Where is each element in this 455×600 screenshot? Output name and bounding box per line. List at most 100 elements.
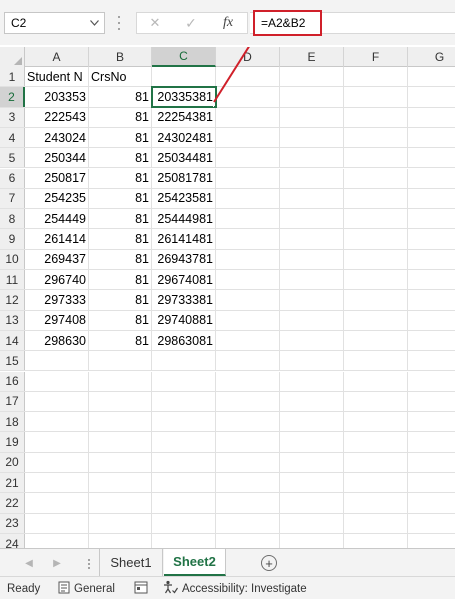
cell-f16[interactable] [344,371,408,391]
cell-b8[interactable]: 81 [89,209,152,229]
cell-c20[interactable] [152,452,216,472]
row-header-24[interactable]: 24 [0,533,25,548]
row-header-23[interactable]: 23 [0,513,25,533]
cell-g14[interactable] [408,331,455,350]
cell-g23[interactable] [408,514,455,533]
cell-e6[interactable] [280,168,344,188]
cell-c15[interactable] [152,351,216,371]
cell-a24[interactable] [25,533,89,548]
cell-a5[interactable]: 250344 [25,148,89,168]
cell-c12[interactable]: 29733381 [152,290,216,310]
cell-f7[interactable] [344,188,408,209]
column-header-d[interactable]: D [216,47,280,67]
cell-d20[interactable] [216,452,280,472]
cell-b24[interactable] [89,533,152,548]
cell-c6[interactable]: 25081781 [152,168,216,188]
cell-c14[interactable]: 29863081 [152,330,216,351]
cell-f15[interactable] [344,351,408,371]
row-header-8[interactable]: 8 [0,209,25,229]
cell-c23[interactable] [152,513,216,533]
cell-g13[interactable] [408,311,455,330]
row-header-22[interactable]: 22 [0,493,25,513]
cell-g17[interactable] [408,392,455,411]
cell-b18[interactable] [89,412,152,432]
cell-g20[interactable] [408,453,455,472]
cell-c21[interactable] [152,473,216,493]
cell-a15[interactable] [25,351,89,371]
cell-e10[interactable] [280,249,344,269]
cell-g5[interactable] [408,148,455,167]
cell-b3[interactable]: 81 [89,107,152,127]
row-header-15[interactable]: 15 [0,351,25,371]
cell-e1[interactable] [280,67,344,87]
cell-f4[interactable] [344,127,408,148]
cell-f18[interactable] [344,412,408,432]
cell-e9[interactable] [280,229,344,249]
cell-c2[interactable]: 20335381 [151,86,217,108]
cell-g3[interactable] [408,108,455,127]
cell-f24[interactable] [344,533,408,548]
cell-e12[interactable] [280,290,344,310]
cell-b4[interactable]: 81 [89,127,152,148]
cell-d4[interactable] [216,127,280,148]
cell-f11[interactable] [344,270,408,290]
row-header-19[interactable]: 19 [0,432,25,452]
cell-a10[interactable]: 269437 [25,249,89,269]
cell-a1[interactable]: Student N [25,67,89,87]
cell-b6[interactable]: 81 [89,168,152,188]
sheet-tab-sheet2[interactable]: Sheet2 [164,549,226,576]
cell-e18[interactable] [280,412,344,432]
cell-e15[interactable] [280,351,344,371]
cell-e16[interactable] [280,371,344,391]
row-header-14[interactable]: 14 [0,330,25,351]
cell-d3[interactable] [216,107,280,127]
cell-f20[interactable] [344,452,408,472]
cell-d6[interactable] [216,168,280,188]
cell-b2[interactable]: 81 [89,87,152,107]
cell-b19[interactable] [89,432,152,452]
cell-b13[interactable]: 81 [89,310,152,330]
number-format-status[interactable]: General [58,577,115,600]
cell-g12[interactable] [408,290,455,309]
cell-e20[interactable] [280,452,344,472]
cell-f9[interactable] [344,229,408,249]
cell-a20[interactable] [25,452,89,472]
cell-b1[interactable]: CrsNo [89,67,152,87]
cell-g16[interactable] [408,372,455,391]
select-all-button[interactable] [0,47,25,67]
cell-c24[interactable] [152,533,216,548]
enter-check-icon[interactable]: ✓ [180,13,202,33]
cell-e3[interactable] [280,107,344,127]
cell-e7[interactable] [280,188,344,209]
sheet-tab-sheet1[interactable]: Sheet1 [99,549,163,576]
cell-a3[interactable]: 222543 [25,107,89,127]
cell-f8[interactable] [344,209,408,229]
cell-e5[interactable] [280,148,344,168]
cell-b21[interactable] [89,473,152,493]
cell-f19[interactable] [344,432,408,452]
row-header-4[interactable]: 4 [0,127,25,148]
column-header-g[interactable]: G [408,47,455,67]
cell-g15[interactable] [408,351,455,370]
cell-g10[interactable] [408,250,455,269]
cell-d5[interactable] [216,148,280,168]
cell-c17[interactable] [152,391,216,412]
column-header-f[interactable]: F [344,47,408,67]
cell-c7[interactable]: 25423581 [152,188,216,209]
row-header-5[interactable]: 5 [0,148,25,168]
cell-a16[interactable] [25,371,89,391]
cell-f13[interactable] [344,310,408,330]
cell-b12[interactable]: 81 [89,290,152,310]
row-header-7[interactable]: 7 [0,188,25,209]
cell-e14[interactable] [280,330,344,351]
cell-b11[interactable]: 81 [89,270,152,290]
cell-c16[interactable] [152,371,216,391]
cell-d24[interactable] [216,533,280,548]
cell-c9[interactable]: 26141481 [152,229,216,249]
cell-c8[interactable]: 25444981 [152,209,216,229]
cell-c22[interactable] [152,493,216,513]
cell-e2[interactable] [280,87,344,107]
cell-a11[interactable]: 296740 [25,270,89,290]
cell-e13[interactable] [280,310,344,330]
cell-a2[interactable]: 203353 [25,87,89,107]
